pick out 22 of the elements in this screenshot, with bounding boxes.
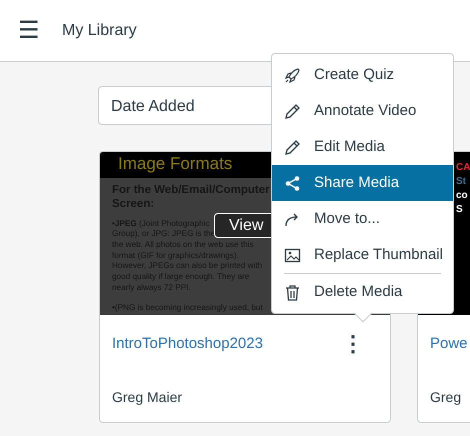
trash-icon bbox=[284, 284, 301, 300]
menu-item[interactable]: Share Media bbox=[272, 165, 453, 201]
page-title: My Library bbox=[62, 20, 137, 40]
author-name: Greg bbox=[429, 388, 462, 407]
media-title[interactable]: IntroToPhotoshop2023 bbox=[112, 333, 263, 356]
media-title[interactable]: Powe bbox=[430, 333, 468, 356]
slide-text: co bbox=[456, 190, 468, 201]
slide-text: St bbox=[456, 176, 466, 187]
document-title: Image Formats bbox=[118, 155, 234, 174]
pencil-icon bbox=[284, 102, 301, 120]
more-options-button[interactable]: ⋮ bbox=[342, 333, 378, 356]
slide-text: CA bbox=[456, 162, 470, 173]
pencil-icon bbox=[284, 138, 301, 156]
image-icon bbox=[284, 246, 301, 264]
slide-text: S bbox=[456, 204, 463, 215]
menu-item[interactable]: Edit Media bbox=[272, 129, 453, 165]
menu-icon[interactable]: ☰ bbox=[18, 18, 40, 42]
menu-item[interactable]: Replace Thumbnail bbox=[272, 237, 453, 273]
menu-item[interactable]: Delete Media bbox=[272, 274, 453, 310]
rocket-icon bbox=[284, 66, 301, 84]
author-name: Greg Maier bbox=[111, 388, 184, 407]
share-icon bbox=[284, 174, 301, 192]
